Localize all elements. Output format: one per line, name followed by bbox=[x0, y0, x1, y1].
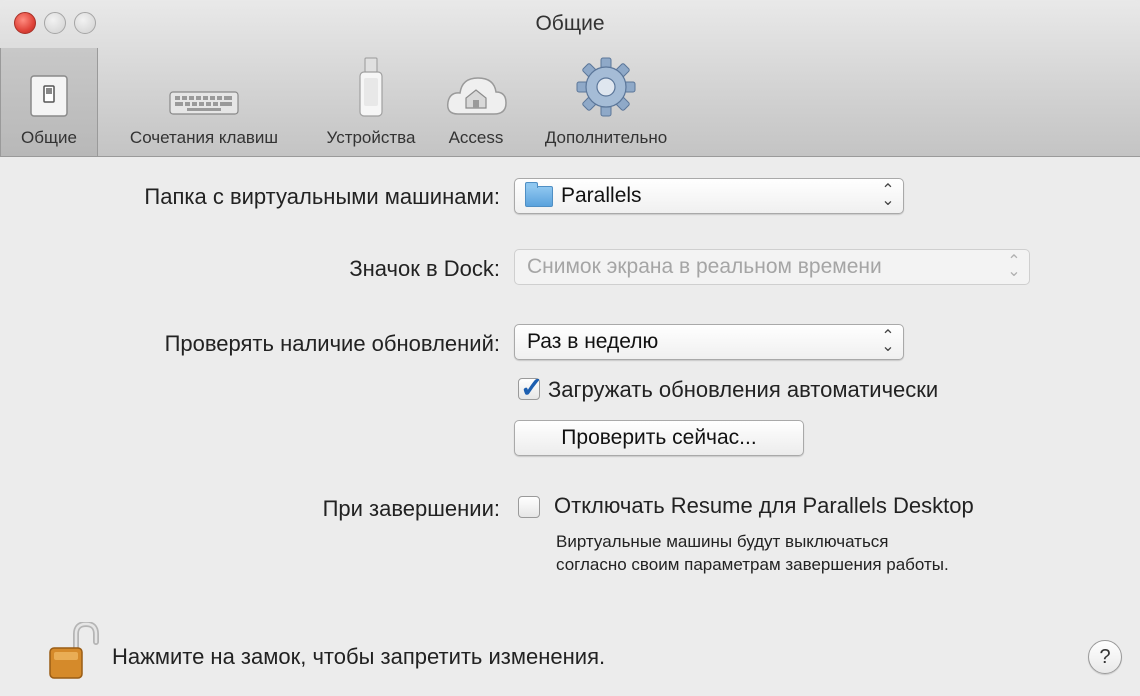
updates-popup[interactable]: Раз в неделю ⌃ ⌄ bbox=[514, 324, 904, 360]
checkmark-icon: ✓ bbox=[520, 372, 544, 403]
window-title: Общие bbox=[535, 12, 605, 35]
vm-folder-value: Parallels bbox=[561, 184, 642, 207]
dock-icon-popup[interactable]: Снимок экрана в реальном времени ⌃ ⌄ bbox=[514, 249, 1030, 285]
open-lock-icon[interactable] bbox=[46, 620, 100, 687]
folder-icon bbox=[525, 181, 553, 207]
tab-advanced-label: Дополнительно bbox=[544, 128, 668, 147]
updates-value: Раз в неделю bbox=[527, 330, 659, 353]
tab-access-label: Access bbox=[448, 128, 504, 147]
general-switch-icon bbox=[29, 48, 69, 118]
usb-device-icon bbox=[356, 48, 386, 118]
vm-folder-label: Папка с виртуальными машинами: bbox=[144, 184, 500, 209]
popup-arrows-icon: ⌃ ⌄ bbox=[881, 328, 895, 355]
disable-resume-label: Отключать Resume для Parallels Desktop bbox=[554, 493, 974, 518]
tab-advanced[interactable]: Дополнительно bbox=[520, 48, 692, 148]
title-toolbar-area: Общие Общие Сочетания клавиш Устройства … bbox=[0, 0, 1140, 157]
tab-access[interactable]: Access bbox=[438, 48, 514, 148]
disable-resume-checkbox[interactable] bbox=[518, 496, 540, 518]
keyboard-icon bbox=[169, 48, 239, 118]
dock-icon-value: Снимок экрана в реальном времени bbox=[527, 255, 882, 278]
vm-folder-popup[interactable]: Parallels ⌃ ⌄ bbox=[514, 178, 904, 214]
on-quit-label: При завершении: bbox=[322, 496, 500, 521]
gear-icon bbox=[575, 48, 637, 118]
tab-general[interactable]: Общие bbox=[0, 48, 98, 156]
on-quit-note-line1: Виртуальные машины будут выключаться bbox=[556, 532, 889, 551]
tab-shortcuts-label: Сочетания клавиш bbox=[129, 128, 279, 147]
on-quit-note-line2: согласно своим параметрам завершения раб… bbox=[556, 555, 949, 574]
tab-general-label: Общие bbox=[21, 128, 77, 147]
cloud-home-icon bbox=[444, 48, 508, 118]
popup-arrows-icon: ⌃ ⌄ bbox=[881, 182, 895, 209]
dock-icon-label: Значок в Dock: bbox=[349, 256, 500, 281]
popup-arrows-icon: ⌃ ⌄ bbox=[1007, 253, 1021, 280]
updates-label: Проверять наличие обновлений: bbox=[164, 331, 500, 356]
preferences-window: Общие Общие Сочетания клавиш Устройства … bbox=[0, 0, 1140, 696]
auto-download-label: Загружать обновления автоматически bbox=[548, 377, 939, 402]
check-now-button[interactable]: Проверить сейчас... bbox=[514, 420, 804, 456]
help-button[interactable]: ? bbox=[1088, 640, 1122, 674]
lock-status-text: Нажмите на замок, чтобы запретить измене… bbox=[112, 644, 606, 669]
tab-devices-label: Устройства bbox=[326, 128, 416, 147]
auto-download-checkbox[interactable]: ✓ bbox=[518, 372, 543, 403]
tab-shortcuts[interactable]: Сочетания клавиш bbox=[104, 48, 304, 148]
tab-devices[interactable]: Устройства bbox=[310, 48, 432, 148]
